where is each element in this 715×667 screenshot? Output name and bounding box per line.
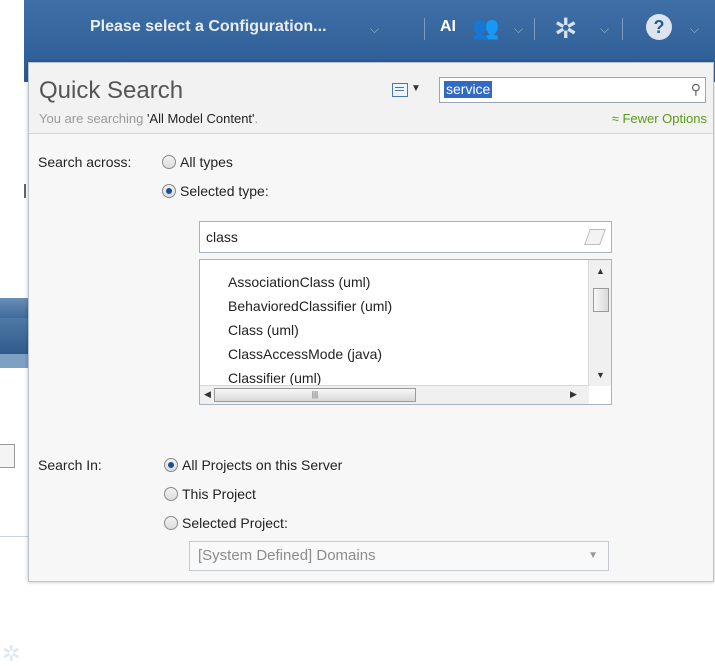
- scroll-up-arrow-icon[interactable]: ▲: [596, 266, 605, 276]
- panel-title: Quick Search: [39, 77, 184, 104]
- background-mark: [24, 184, 26, 198]
- type-list[interactable]: AssociationClass (uml) BehavioredClassif…: [199, 259, 612, 405]
- radio-all-types[interactable]: [162, 155, 176, 169]
- scope-suffix: .: [254, 111, 259, 126]
- scroll-thumb[interactable]: |||: [214, 388, 416, 402]
- search-in-label: Search In:: [38, 457, 102, 473]
- selected-project-label[interactable]: Selected Project:: [182, 515, 288, 531]
- radio-all-projects[interactable]: [164, 458, 178, 472]
- double-chevron-up-icon: ≈: [611, 111, 623, 126]
- scroll-thumb[interactable]: [593, 288, 609, 312]
- search-input-value: service: [444, 81, 493, 98]
- divider: [622, 18, 623, 40]
- divider: [534, 18, 535, 40]
- background-titlebar: [0, 298, 30, 318]
- radio-selected-type[interactable]: [162, 184, 176, 198]
- background-gear-icon: ✲: [2, 641, 21, 666]
- search-across-label: Search across:: [38, 154, 132, 170]
- fewer-options-link[interactable]: ≈ Fewer Options: [612, 111, 707, 126]
- background-divider: [0, 536, 30, 537]
- list-item[interactable]: Class (uml): [228, 322, 299, 338]
- list-item[interactable]: Classifier (uml): [228, 370, 321, 386]
- list-view-icon[interactable]: [392, 83, 408, 97]
- project-dropdown[interactable]: [System Defined] Domains ▼: [189, 541, 609, 571]
- search-input[interactable]: service ⚲: [439, 77, 706, 103]
- search-icon[interactable]: ⚲: [691, 81, 701, 98]
- list-item[interactable]: BehavioredClassifier (uml): [228, 298, 392, 314]
- scroll-left-arrow-icon[interactable]: ◀: [204, 389, 211, 400]
- all-types-label[interactable]: All types: [180, 154, 233, 170]
- chevron-down-icon[interactable]: ▼: [588, 550, 598, 561]
- scope-prefix: You are searching: [39, 111, 147, 126]
- scroll-right-arrow-icon[interactable]: ▶: [570, 389, 577, 400]
- chevron-down-icon[interactable]: ⌵: [370, 22, 379, 37]
- fewer-options-label: Fewer Options: [622, 111, 707, 126]
- gear-icon[interactable]: ✲: [554, 12, 577, 45]
- people-icon[interactable]: 👥: [472, 15, 499, 41]
- divider: [424, 18, 425, 40]
- caret-down-icon[interactable]: ▼: [411, 83, 421, 94]
- configuration-selector[interactable]: Please select a Configuration...: [90, 18, 327, 36]
- ai-button[interactable]: AI: [440, 18, 456, 36]
- background-tabbar: [0, 354, 30, 368]
- selected-type-label[interactable]: Selected type:: [180, 183, 269, 199]
- search-scope-text: You are searching 'All Model Content'.: [39, 111, 258, 126]
- list-item[interactable]: AssociationClass (uml): [228, 274, 370, 290]
- list-item[interactable]: ClassAccessMode (java): [228, 346, 382, 362]
- quick-search-panel: Quick Search You are searching 'All Mode…: [28, 62, 714, 582]
- vertical-scrollbar[interactable]: ▲ ▼: [588, 260, 611, 386]
- type-filter-value: class: [206, 229, 238, 245]
- project-dropdown-value: [System Defined] Domains: [198, 547, 376, 564]
- background-window: [0, 0, 30, 580]
- eraser-icon[interactable]: [584, 229, 606, 245]
- radio-selected-project[interactable]: [164, 516, 178, 530]
- scope-value: 'All Model Content': [146, 111, 255, 126]
- horizontal-scrollbar[interactable]: ◀ ||| ▶: [200, 385, 589, 404]
- chevron-down-icon[interactable]: ⌵: [690, 22, 699, 37]
- background-button: [0, 444, 15, 468]
- this-project-label[interactable]: This Project: [182, 486, 256, 502]
- all-projects-label[interactable]: All Projects on this Server: [182, 457, 342, 473]
- help-icon[interactable]: ?: [646, 14, 672, 40]
- quick-search-header: Quick Search You are searching 'All Mode…: [29, 63, 713, 134]
- chevron-down-icon[interactable]: ⌵: [600, 22, 609, 37]
- chevron-down-icon[interactable]: ⌵: [514, 22, 523, 37]
- background-toolbar: ✲: [0, 318, 30, 666]
- type-filter-input[interactable]: class: [199, 221, 612, 253]
- radio-this-project[interactable]: [164, 487, 178, 501]
- scroll-down-arrow-icon[interactable]: ▼: [596, 370, 605, 380]
